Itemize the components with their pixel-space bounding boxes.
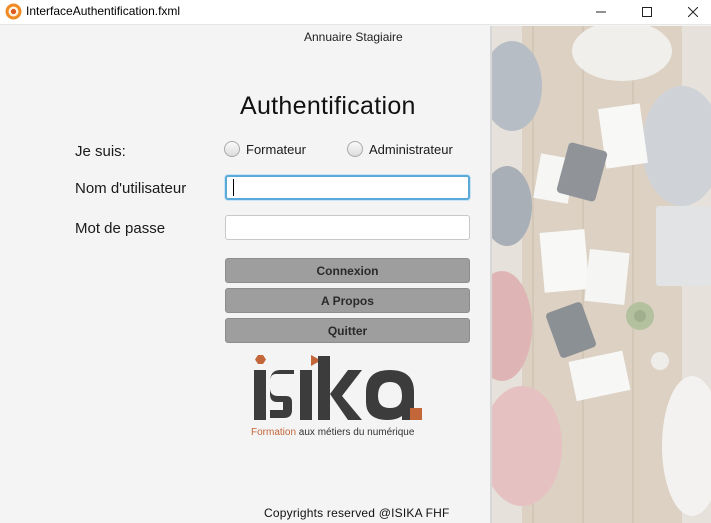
team-meeting-photo	[492, 26, 711, 523]
password-input[interactable]	[225, 215, 470, 240]
tagline-accent: Formation	[251, 427, 297, 438]
connexion-button[interactable]: Connexion	[225, 258, 470, 283]
app-icon	[5, 3, 22, 20]
copyright-footer: Copyrights reserved @ISIKA FHF	[264, 506, 450, 520]
maximize-icon	[642, 7, 652, 17]
close-icon	[688, 7, 698, 17]
apropos-button[interactable]: A Propos	[225, 288, 470, 313]
password-label: Mot de passe	[75, 220, 166, 237]
minimize-icon	[596, 11, 606, 13]
maximize-button[interactable]	[624, 0, 670, 24]
radio-circle[interactable]	[347, 141, 363, 157]
username-label: Nom d'utilisateur	[75, 180, 187, 197]
radio-administrateur-label: Administrateur	[369, 141, 453, 157]
radio-administrateur[interactable]: Administrateur	[347, 141, 453, 157]
role-label: Je suis:	[75, 143, 126, 160]
text-caret	[233, 179, 234, 196]
tagline-rest: aux métiers du numérique	[296, 427, 415, 438]
close-button[interactable]	[670, 0, 711, 24]
quitter-button[interactable]: Quitter	[225, 318, 470, 343]
page-title: Authentification	[240, 92, 416, 120]
window-titlebar: InterfaceAuthentification.fxml	[0, 0, 711, 25]
radio-circle[interactable]	[224, 141, 240, 157]
minimize-button[interactable]	[578, 0, 624, 24]
app-header-label: Annuaire Stagiaire	[304, 30, 403, 44]
radio-formateur[interactable]: Formateur	[224, 141, 306, 157]
window-title: InterfaceAuthentification.fxml	[26, 4, 181, 18]
username-input[interactable]	[225, 175, 470, 200]
radio-formateur-label: Formateur	[246, 141, 306, 157]
logo-tagline: Formation aux métiers du numérique	[251, 427, 414, 438]
